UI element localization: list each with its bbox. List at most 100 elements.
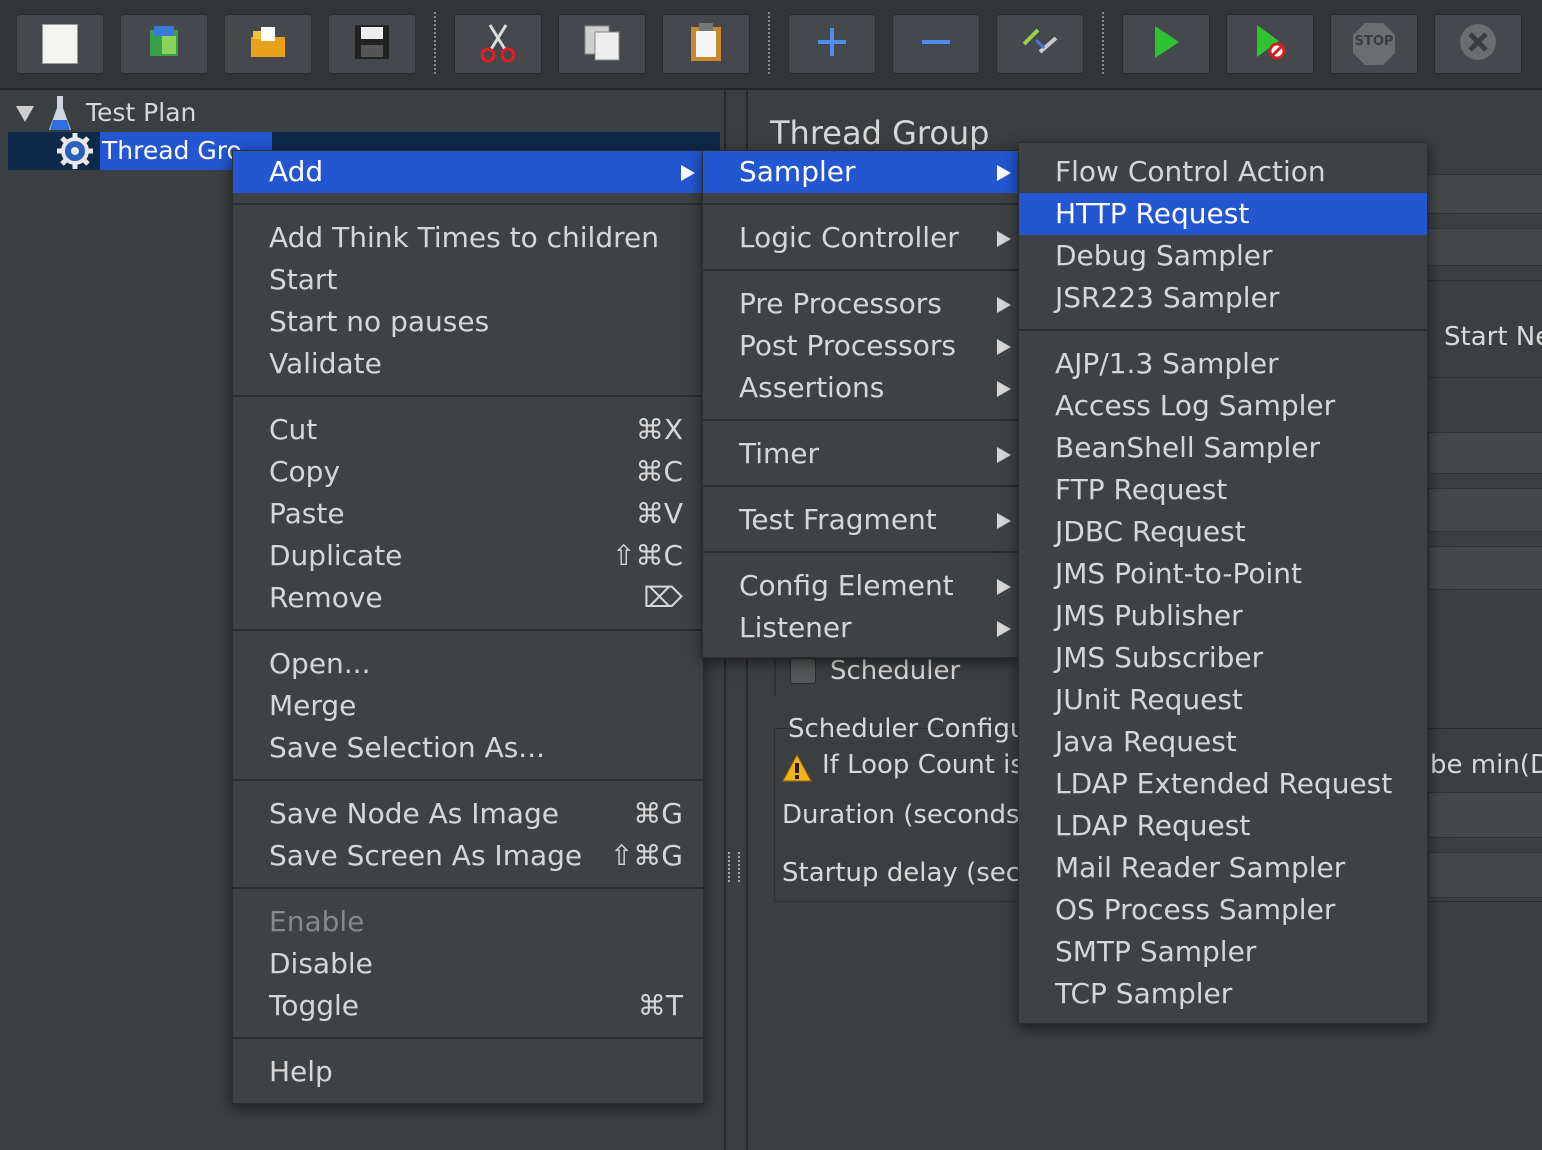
stop-button[interactable]: STOP — [1330, 14, 1418, 74]
menu-separator — [703, 269, 1019, 271]
sampler-item-flow-control-action[interactable]: Flow Control Action — [1019, 151, 1427, 193]
sampler-item-ldap-extended-request[interactable]: LDAP Extended Request — [1019, 763, 1427, 805]
sampler-item-java-request[interactable]: Java Request — [1019, 721, 1427, 763]
menu-separator — [233, 203, 703, 205]
sampler-item-jsr223-sampler[interactable]: JSR223 Sampler — [1019, 277, 1427, 319]
paste-button[interactable] — [662, 14, 750, 74]
start-no-pauses-button[interactable] — [1226, 14, 1314, 74]
start-button[interactable] — [1122, 14, 1210, 74]
menu-item-label: OS Process Sampler — [1055, 893, 1336, 926]
splitter-handle[interactable] — [728, 852, 740, 882]
sampler-item-jms-point-to-point[interactable]: JMS Point-to-Point — [1019, 553, 1427, 595]
scheduler-checkbox[interactable] — [790, 658, 816, 684]
add-menu-item-listener[interactable]: Listener — [703, 607, 1019, 649]
copy-button[interactable] — [558, 14, 646, 74]
menu-item-label: Java Request — [1055, 725, 1237, 758]
context-menu-item-merge[interactable]: Merge — [233, 685, 703, 727]
context-menu-item-enable[interactable]: Enable — [233, 901, 703, 943]
menu-item-label: Help — [269, 1055, 333, 1088]
sampler-item-beanshell-sampler[interactable]: BeanShell Sampler — [1019, 427, 1427, 469]
sampler-item-debug-sampler[interactable]: Debug Sampler — [1019, 235, 1427, 277]
shutdown-button[interactable] — [1434, 14, 1522, 74]
open-icon — [247, 23, 289, 65]
expand-arrow-icon[interactable] — [16, 106, 34, 122]
menu-item-label: AJP/1.3 Sampler — [1055, 347, 1279, 380]
duration-field[interactable] — [1428, 792, 1542, 838]
add-menu-item-test-fragment[interactable]: Test Fragment — [703, 499, 1019, 541]
sampler-item-ajp-1-3-sampler[interactable]: AJP/1.3 Sampler — [1019, 343, 1427, 385]
tree-item-thread-group-label: Thread Gro — [102, 136, 242, 165]
add-menu-item-sampler[interactable]: Sampler — [703, 151, 1019, 193]
sampler-item-ldap-request[interactable]: LDAP Request — [1019, 805, 1427, 847]
new-button[interactable] — [16, 14, 104, 74]
menu-item-label: Mail Reader Sampler — [1055, 851, 1346, 884]
menu-separator — [233, 629, 703, 631]
context-menu-item-help[interactable]: Help — [233, 1051, 703, 1093]
context-menu-item-copy[interactable]: Copy ⌘C — [233, 451, 703, 493]
context-menu-item-save-screen-as-image[interactable]: Save Screen As Image ⇧⌘G — [233, 835, 703, 877]
context-menu-item-save-node-as-image[interactable]: Save Node As Image ⌘G — [233, 793, 703, 835]
add-menu-item-logic-controller[interactable]: Logic Controller — [703, 217, 1019, 259]
sampler-item-os-process-sampler[interactable]: OS Process Sampler — [1019, 889, 1427, 931]
sampler-item-ftp-request[interactable]: FTP Request — [1019, 469, 1427, 511]
sampler-item-jms-publisher[interactable]: JMS Publisher — [1019, 595, 1427, 637]
context-menu-item-start-no-pauses[interactable]: Start no pauses — [233, 301, 703, 343]
context-menu-item-add-think-times-to-children[interactable]: Add Think Times to children — [233, 217, 703, 259]
menu-item-label: JSR223 Sampler — [1055, 281, 1280, 314]
tree-item-test-plan[interactable]: Test Plan — [86, 98, 196, 127]
menu-item-label: Config Element — [739, 569, 954, 602]
add-menu-item-timer[interactable]: Timer — [703, 433, 1019, 475]
context-menu-item-validate[interactable]: Validate — [233, 343, 703, 385]
collapse-all-button[interactable] — [892, 14, 980, 74]
sampler-item-junit-request[interactable]: JUnit Request — [1019, 679, 1427, 721]
menu-item-label: JMS Subscriber — [1055, 641, 1264, 674]
menu-item-label: Open... — [269, 647, 371, 680]
menu-item-label: LDAP Request — [1055, 809, 1251, 842]
menu-item-label: Save Node As Image — [269, 797, 559, 830]
menu-item-label: LDAP Extended Request — [1055, 767, 1393, 800]
context-menu-item-start[interactable]: Start — [233, 259, 703, 301]
context-menu-item-paste[interactable]: Paste ⌘V — [233, 493, 703, 535]
warning-icon — [782, 753, 812, 786]
menu-item-label: SMTP Sampler — [1055, 935, 1257, 968]
expand-all-button[interactable] — [788, 14, 876, 74]
add-menu-item-config-element[interactable]: Config Element — [703, 565, 1019, 607]
templates-button[interactable] — [120, 14, 208, 74]
context-menu-item-remove[interactable]: Remove ⌦ — [233, 577, 703, 619]
context-menu-item-open[interactable]: Open... — [233, 643, 703, 685]
menu-item-label: Add Think Times to children — [269, 221, 659, 254]
scheduler-config-title: Scheduler Configu — [788, 714, 1027, 744]
templates-icon — [144, 22, 184, 66]
shortcut-label: ⌘T — [637, 989, 683, 1022]
menu-separator — [703, 203, 1019, 205]
sampler-submenu: Flow Control Action HTTP Request Debug Sam… — [1018, 142, 1428, 1024]
context-menu-item-toggle[interactable]: Toggle ⌘T — [233, 985, 703, 1027]
startup-delay-field[interactable] — [1428, 852, 1542, 898]
cut-button[interactable] — [454, 14, 542, 74]
add-menu-item-post-processors[interactable]: Post Processors — [703, 325, 1019, 367]
save-button[interactable] — [328, 14, 416, 74]
page-title: Thread Group — [770, 114, 990, 152]
submenu-arrow-icon — [997, 165, 1011, 181]
cut-icon — [478, 21, 518, 67]
menu-item-label: JDBC Request — [1055, 515, 1246, 548]
context-menu-item-cut[interactable]: Cut ⌘X — [233, 409, 703, 451]
menu-item-label: FTP Request — [1055, 473, 1228, 506]
shortcut-label: ⇧⌘G — [609, 839, 683, 872]
context-menu-item-save-selection-as[interactable]: Save Selection As... — [233, 727, 703, 769]
add-menu-item-assertions[interactable]: Assertions — [703, 367, 1019, 409]
sampler-item-jms-subscriber[interactable]: JMS Subscriber — [1019, 637, 1427, 679]
sampler-item-http-request[interactable]: HTTP Request — [1019, 193, 1427, 235]
sampler-item-access-log-sampler[interactable]: Access Log Sampler — [1019, 385, 1427, 427]
context-menu-item-add[interactable]: Add — [233, 151, 703, 193]
context-menu-item-disable[interactable]: Disable — [233, 943, 703, 985]
sampler-item-mail-reader-sampler[interactable]: Mail Reader Sampler — [1019, 847, 1427, 889]
sampler-item-tcp-sampler[interactable]: TCP Sampler — [1019, 973, 1427, 1015]
new-icon — [42, 24, 78, 64]
sampler-item-smtp-sampler[interactable]: SMTP Sampler — [1019, 931, 1427, 973]
toggle-button[interactable] — [996, 14, 1084, 74]
sampler-item-jdbc-request[interactable]: JDBC Request — [1019, 511, 1427, 553]
add-menu-item-pre-processors[interactable]: Pre Processors — [703, 283, 1019, 325]
open-button[interactable] — [224, 14, 312, 74]
context-menu-item-duplicate[interactable]: Duplicate ⇧⌘C — [233, 535, 703, 577]
